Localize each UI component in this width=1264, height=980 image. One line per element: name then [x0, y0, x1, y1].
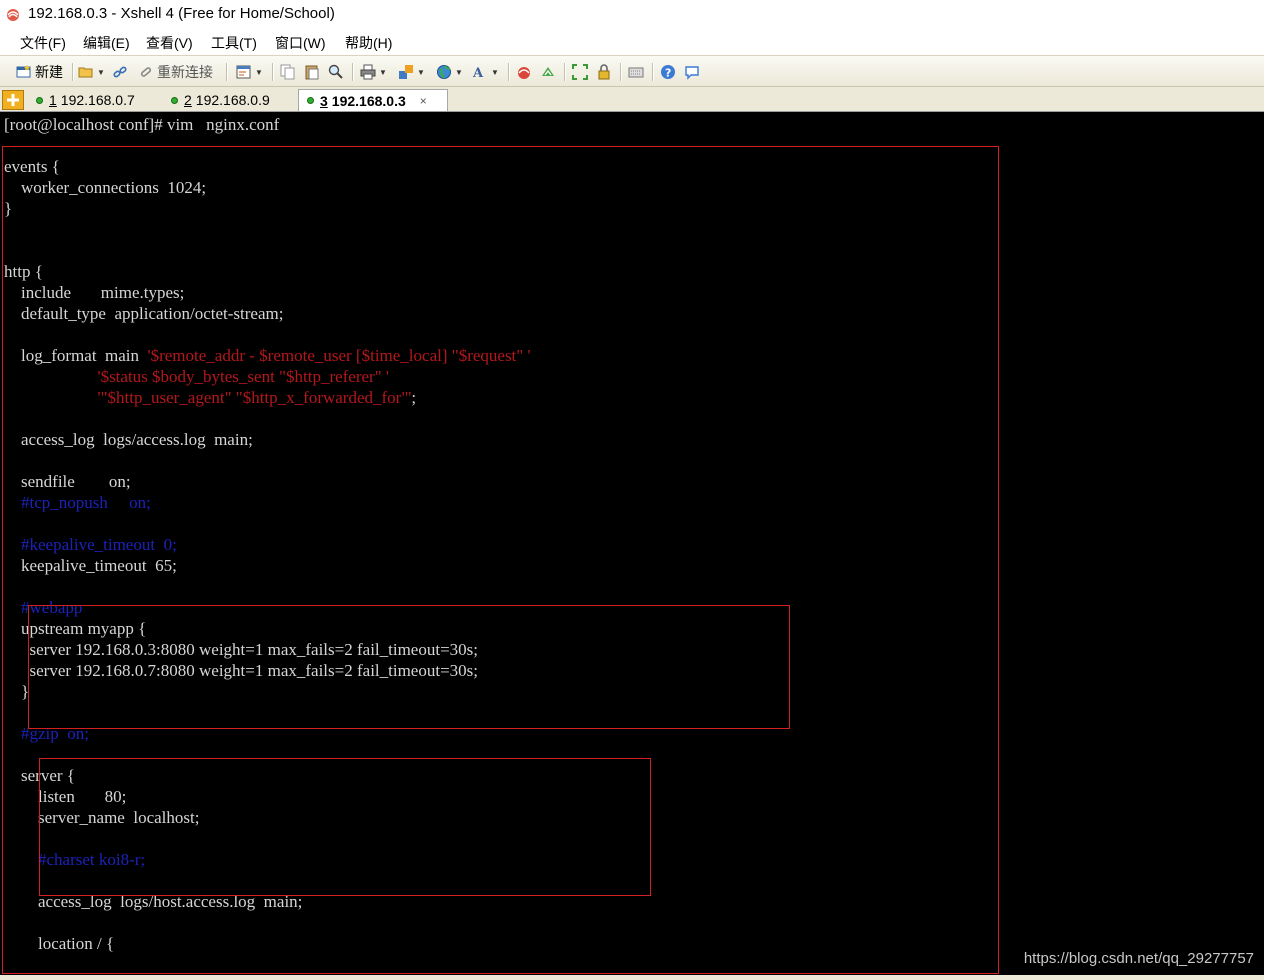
toolbar-separator — [226, 63, 228, 81]
reconnect-button[interactable]: 重新连接 — [138, 62, 213, 82]
toolbar-separator — [72, 63, 74, 81]
xftp-icon — [518, 67, 530, 79]
dropdown-arrow-icon: ▼ — [379, 67, 387, 77]
menu-edit[interactable]: 编辑(E) — [83, 33, 130, 53]
toolbar-separator — [272, 63, 274, 81]
transfer-button[interactable]: ▼ — [398, 62, 425, 82]
toolbar-separator — [620, 63, 622, 81]
tab-session-3[interactable]: 3 192.168.0.3 × — [298, 89, 448, 111]
chat-icon — [685, 66, 699, 80]
dropdown-arrow-icon: ▼ — [97, 67, 105, 77]
menu-file[interactable]: 文件(F) — [20, 33, 66, 53]
search-icon — [328, 64, 343, 79]
highlight-box-server — [39, 758, 651, 896]
link-icon — [113, 66, 127, 78]
xftp-button[interactable] — [516, 62, 532, 82]
svg-text:A: A — [472, 66, 484, 80]
folder-icon — [78, 67, 93, 78]
connected-status-icon — [171, 96, 178, 104]
add-session-button[interactable] — [2, 90, 24, 110]
toolbar-separator — [564, 63, 566, 81]
dropdown-arrow-icon: ▼ — [255, 67, 263, 77]
reconnect-icon — [140, 67, 152, 77]
connected-status-icon — [36, 96, 43, 104]
dropdown-arrow-icon: ▼ — [491, 67, 499, 77]
properties-icon — [236, 65, 251, 79]
title-bar: 192.168.0.3 - Xshell 4 (Free for Home/Sc… — [0, 0, 1264, 29]
new-session-icon — [16, 65, 31, 78]
dropdown-arrow-icon: ▼ — [417, 67, 425, 77]
help-icon: ? — [661, 65, 675, 80]
keyboard-button[interactable] — [628, 62, 644, 82]
watermark: https://blog.csdn.net/qq_29277757 — [1023, 950, 1254, 967]
menu-view[interactable]: 查看(V) — [146, 33, 193, 53]
printer-icon — [360, 64, 376, 80]
connected-status-icon — [307, 97, 314, 104]
menu-help[interactable]: 帮助(H) — [345, 33, 392, 53]
terminal-area[interactable]: [root@localhost conf]# vim nginx.conf ev… — [0, 112, 1264, 975]
transfer-icon — [399, 65, 413, 79]
font-button[interactable]: A ▼ — [472, 62, 499, 82]
session-tab-bar: 1 192.168.0.7 2 192.168.0.9 3 192.168.0.… — [0, 87, 1264, 112]
tab-session-2[interactable]: 2 192.168.0.9 — [171, 89, 270, 111]
menu-tools[interactable]: 工具(T) — [211, 33, 257, 53]
connect-button[interactable] — [112, 62, 128, 82]
dropdown-arrow-icon: ▼ — [455, 67, 463, 77]
globe-icon — [437, 65, 451, 79]
add-icon — [7, 94, 19, 106]
toolbar-separator — [652, 63, 654, 81]
fullscreen-icon — [572, 64, 588, 80]
window-title: 192.168.0.3 - Xshell 4 (Free for Home/Sc… — [28, 5, 335, 22]
toolbar: 新建 ▼ 重新连接 ▼ ▼ ▼ ▼ A ▼ ? — [0, 55, 1264, 87]
highlight-box-upstream — [28, 605, 790, 729]
help-button[interactable]: ? — [660, 62, 676, 82]
script-button[interactable] — [540, 62, 556, 82]
copy-button[interactable] — [280, 62, 296, 82]
terminal-prompt-line: [root@localhost conf]# vim nginx.conf — [4, 115, 280, 134]
open-button[interactable]: ▼ — [78, 62, 105, 82]
status-bar — [0, 975, 1264, 980]
fullscreen-button[interactable] — [572, 62, 588, 82]
script-icon — [542, 67, 554, 76]
close-tab-icon[interactable]: × — [420, 94, 427, 108]
properties-button[interactable]: ▼ — [236, 62, 263, 82]
svg-text:?: ? — [665, 67, 671, 80]
paste-icon — [305, 65, 319, 80]
lock-button[interactable] — [596, 62, 612, 82]
keyboard-icon — [628, 67, 644, 78]
paste-button[interactable] — [304, 62, 320, 82]
print-button[interactable]: ▼ — [360, 62, 387, 82]
font-icon: A — [472, 66, 484, 80]
globe-button[interactable]: ▼ — [436, 62, 463, 82]
menu-window[interactable]: 窗口(W) — [275, 33, 326, 53]
tab-session-1[interactable]: 1 192.168.0.7 — [36, 89, 135, 111]
menu-bar: 文件(F) 编辑(E) 查看(V) 工具(T) 窗口(W) 帮助(H) — [0, 29, 1264, 55]
copy-icon — [280, 64, 295, 80]
lock-icon — [598, 64, 610, 80]
toolbar-separator — [508, 63, 510, 81]
new-session-button[interactable]: 新建 — [16, 62, 63, 82]
find-button[interactable] — [328, 62, 344, 82]
toolbar-separator — [352, 63, 354, 81]
xshell-app-icon — [7, 9, 19, 21]
chat-button[interactable] — [684, 62, 700, 82]
